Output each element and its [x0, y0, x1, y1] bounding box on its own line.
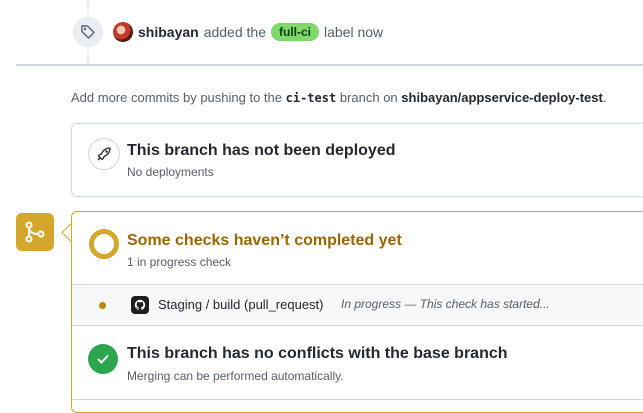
label-badge[interactable]: full-ci [271, 23, 319, 41]
checks-subtitle: 1 in progress check [127, 255, 232, 269]
event-trailing-text: label now [324, 24, 384, 40]
check-row: Staging / build (pull_request) In progre… [72, 284, 643, 326]
rocket-icon [88, 138, 120, 170]
check-name[interactable]: Staging / build (pull_request) [158, 297, 324, 312]
repo-name[interactable]: shibayan/appservice-deploy-test [401, 90, 603, 105]
conflicts-title: This branch has no conflicts with the ba… [127, 345, 508, 362]
deploy-title: This branch has not been deployed [127, 142, 396, 159]
merge-box: Some checks haven’t completed yet 1 in p… [71, 211, 643, 413]
hint-suffix: . [602, 90, 607, 105]
hint-prefix: Add more commits by pushing to the [71, 90, 282, 105]
actor-link[interactable]: shibayan [138, 24, 199, 40]
tag-icon [73, 17, 103, 47]
avatar[interactable] [113, 22, 133, 42]
git-merge-icon [16, 213, 54, 251]
check-icon [88, 344, 118, 374]
hint-middle: branch on [339, 90, 398, 105]
pending-status-icon [89, 229, 119, 259]
deployment-card: This branch has not been deployed No dep… [71, 123, 643, 197]
event-action-text: added the [203, 24, 266, 40]
github-icon [131, 296, 149, 314]
check-status: In progress — This check has started... [341, 297, 550, 311]
push-hint: Add more commits by pushing to the ci-te… [71, 90, 606, 105]
timeline-event: shibayan added the full-ci label now [113, 22, 383, 42]
checks-title[interactable]: Some checks haven’t completed yet [127, 232, 402, 250]
conflicts-subtitle: Merging can be performed automatically. [127, 369, 344, 383]
merge-box-separator [72, 399, 643, 400]
deploy-subtitle: No deployments [127, 165, 214, 179]
timeline-divider [16, 64, 643, 66]
in-progress-dot-icon [99, 302, 106, 309]
branch-name: ci-test [285, 91, 337, 105]
